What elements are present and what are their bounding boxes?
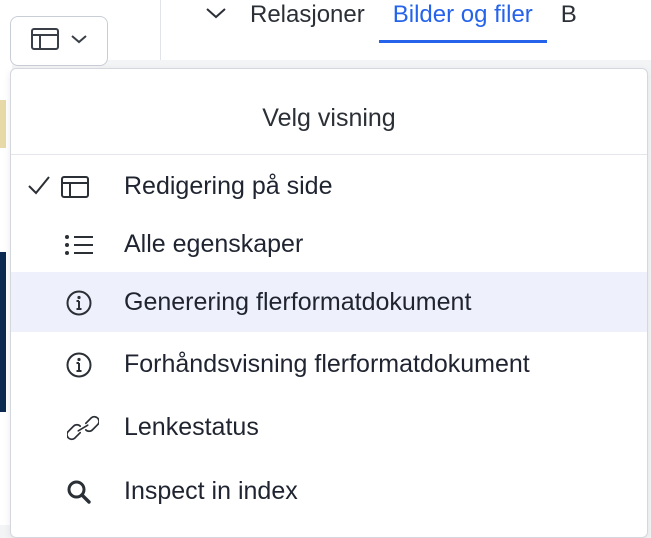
layout-icon — [30, 27, 60, 56]
menu-item-label: Redigering på side — [124, 171, 333, 200]
info-icon — [63, 350, 95, 380]
info-icon — [63, 288, 95, 318]
menu-item-label: Inspect in index — [124, 476, 298, 505]
tab-bilder-og-filer[interactable]: Bilder og filer — [378, 0, 547, 43]
tab-relasjoner[interactable]: Relasjoner — [236, 0, 379, 30]
menu-item-forhandsvisning-flerformatdokument[interactable]: Forhåndsvisning flerformatdokument — [11, 334, 647, 394]
menu-item-label: Forhåndsvisning flerformatdokument — [124, 349, 530, 378]
menu-title: Velg visning — [262, 104, 396, 132]
tab-bar: Relasjoner Bilder og filer B — [196, 0, 591, 46]
menu-item-inspect-in-index[interactable]: Inspect in index — [11, 461, 647, 521]
view-menu: Velg visning Redigering på side Alle ege… — [10, 68, 648, 538]
view-selector-button[interactable] — [10, 16, 108, 66]
chevron-down-icon[interactable] — [196, 0, 236, 20]
menu-item-redigering-pa-side[interactable]: Redigering på side — [11, 156, 647, 216]
search-icon — [63, 477, 95, 507]
top-bar: Relasjoner Bilder og filer B — [0, 0, 651, 66]
menu-item-alle-egenskaper[interactable]: Alle egenskaper — [11, 214, 647, 274]
menu-item-lenkestatus[interactable]: Lenkestatus — [11, 397, 647, 457]
list-icon — [63, 230, 95, 260]
menu-item-label: Lenkestatus — [124, 412, 259, 441]
menu-divider — [11, 154, 647, 155]
menu-item-label: Alle egenskaper — [124, 229, 304, 258]
checkmark-icon — [27, 174, 51, 201]
row-accent-yellow — [0, 100, 6, 148]
tab-partial[interactable]: B — [547, 0, 591, 30]
row-accent-navy — [0, 252, 6, 412]
menu-item-generering-flerformatdokument[interactable]: Generering flerformatdokument — [11, 272, 647, 332]
toolbar-divider — [160, 0, 161, 60]
chevron-down-icon — [70, 32, 88, 50]
layout-icon — [59, 172, 91, 202]
link-icon — [67, 413, 99, 443]
menu-item-label: Generering flerformatdokument — [124, 287, 472, 316]
